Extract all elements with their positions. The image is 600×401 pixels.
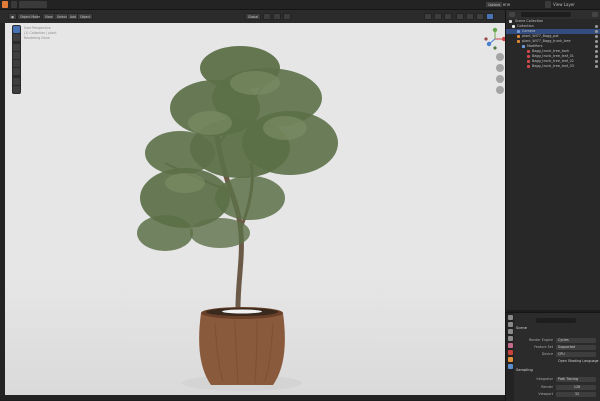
visibility-eye-icon[interactable] <box>595 60 598 63</box>
outliner-item-icon <box>527 50 530 53</box>
potted-tree-render <box>137 46 338 391</box>
3d-viewport[interactable]: User Perspective (1) Collection | plant … <box>5 23 505 395</box>
render-engine-row: Render Engine Cycles <box>516 337 600 343</box>
integrator-dropdown[interactable]: Path Tracing <box>556 376 596 382</box>
properties-search-input[interactable] <box>536 318 576 323</box>
menu-object[interactable]: Object <box>77 13 94 20</box>
render-samples-row: Render 128 <box>516 384 600 390</box>
modifier-tab-icon[interactable] <box>507 364 513 369</box>
outliner-item[interactable]: Bagg_trunk_tree_leaf_03 <box>506 64 600 69</box>
output-tab-icon[interactable] <box>507 329 513 334</box>
render-engine-dropdown[interactable]: Cycles <box>556 337 596 343</box>
filter-icon[interactable] <box>592 12 598 17</box>
xray-toggle-icon[interactable] <box>456 13 464 20</box>
sampling-section-header[interactable]: Sampling <box>516 368 533 372</box>
visibility-eye-icon[interactable] <box>595 25 598 28</box>
visibility-eye-icon[interactable] <box>595 45 598 48</box>
editor-type-icon[interactable] <box>11 1 17 8</box>
properties-context: Scene <box>516 326 527 330</box>
outliner-item-icon <box>517 40 520 43</box>
collection-icon <box>509 20 512 23</box>
shading-solid-icon[interactable] <box>466 13 474 20</box>
overlay-toggle-icon[interactable] <box>444 13 452 20</box>
outliner-panel: Scene Collection Collection Camera plant_W… <box>505 10 600 310</box>
visibility-eye-icon[interactable] <box>595 40 598 43</box>
viewport-header: ▣ Object Mode View Select Add Object Glo… <box>0 1 505 23</box>
outliner-item-icon <box>527 55 530 58</box>
gizmo-toggle-icon[interactable] <box>434 13 442 20</box>
tool-tab-icon[interactable] <box>507 315 513 320</box>
outliner-item-icon <box>527 60 530 63</box>
device-dropdown[interactable]: CPU <box>556 351 596 357</box>
view-layer-name[interactable]: View Layer <box>553 1 575 8</box>
visibility-eye-icon[interactable] <box>595 55 598 58</box>
outliner-editor-icon[interactable] <box>509 12 515 17</box>
outliner-item-icon <box>512 25 515 28</box>
properties-tabs <box>506 313 514 401</box>
world-tab-icon[interactable] <box>507 350 513 355</box>
blender-logo-icon[interactable] <box>2 1 8 8</box>
outliner-item-icon <box>527 65 530 68</box>
transform-orientation-dropdown[interactable]: Global <box>245 13 262 20</box>
outliner-item-icon <box>517 30 520 33</box>
osl-row: Open Shading Language <box>516 358 600 364</box>
workspace-tabs[interactable] <box>19 1 47 8</box>
viewport-samples-field[interactable]: 32 <box>556 391 596 397</box>
snap-icon[interactable] <box>273 13 281 20</box>
visibility-eye-icon[interactable] <box>595 30 598 33</box>
mode-dropdown[interactable]: Object Mode <box>17 13 40 20</box>
top-bar: Scene View Layer <box>0 0 600 10</box>
render-tab-icon[interactable] <box>507 322 513 327</box>
feature-set-row: Feature Set Supported <box>516 344 600 350</box>
device-row: Device CPU <box>516 351 600 357</box>
options-dropdown[interactable]: Options <box>485 1 503 8</box>
visibility-eye-icon[interactable] <box>595 65 598 68</box>
visibility-eye-icon[interactable] <box>595 35 598 38</box>
outliner-item-icon <box>522 45 525 48</box>
outliner-item-label: Bagg_trunk_tree_leaf_03 <box>532 64 574 68</box>
shading-rendered-icon[interactable] <box>486 13 494 20</box>
editor-type-button[interactable]: ▣ <box>8 13 18 20</box>
visibility-icon[interactable] <box>424 13 432 20</box>
visibility-eye-icon[interactable] <box>595 50 598 53</box>
viewport-samples-row: Viewport 32 <box>516 391 600 397</box>
view-layer-tab-icon[interactable] <box>507 336 513 341</box>
integrator-row: Integrator Path Tracing <box>516 376 600 382</box>
view-layer-icon[interactable] <box>545 1 551 8</box>
outliner-item-icon <box>517 35 520 38</box>
pot-body <box>199 313 285 385</box>
proportional-edit-icon[interactable] <box>283 13 291 20</box>
scene-tab-icon[interactable] <box>507 343 513 348</box>
outliner-header <box>506 10 600 19</box>
pivot-icon[interactable] <box>263 13 271 20</box>
status-bar <box>0 395 505 400</box>
properties-panel: Scene Render Engine Cycles Feature Set S… <box>505 312 600 401</box>
object-tab-icon[interactable] <box>507 357 513 362</box>
outliner-search-input[interactable] <box>521 12 571 17</box>
render-samples-field[interactable]: 128 <box>556 384 596 390</box>
shading-material-icon[interactable] <box>476 13 484 20</box>
feature-set-dropdown[interactable]: Supported <box>556 344 596 350</box>
osl-checkbox[interactable]: Open Shading Language <box>556 359 599 364</box>
